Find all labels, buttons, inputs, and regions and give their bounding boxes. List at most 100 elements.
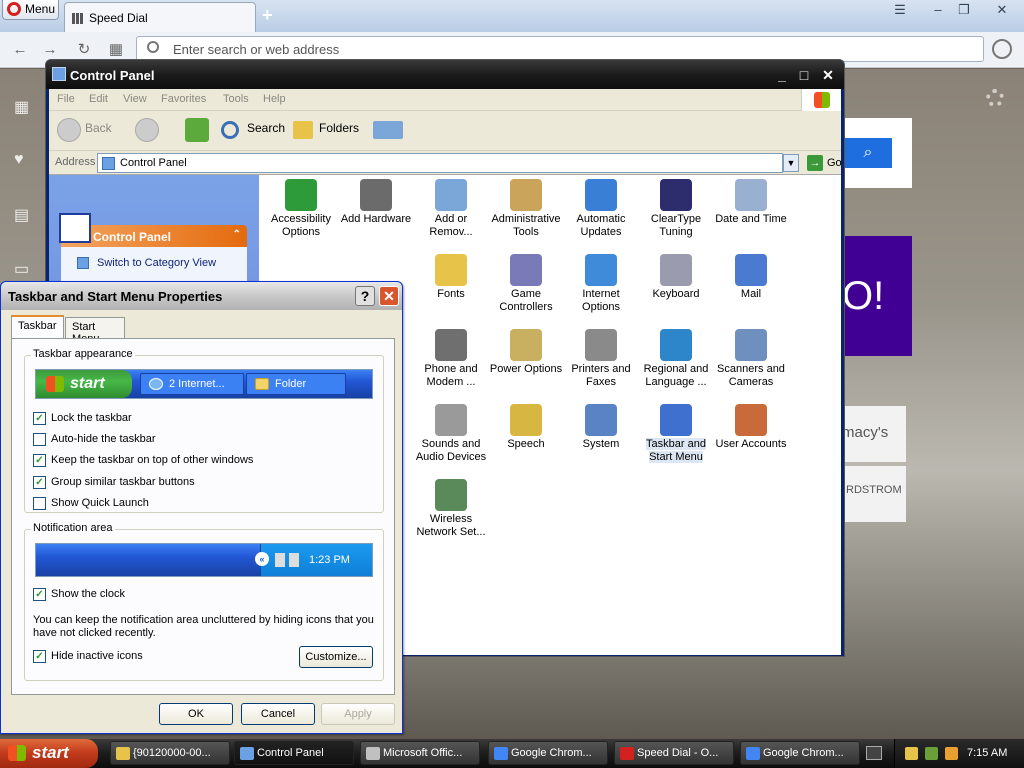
control-panel-item[interactable]: Keyboard <box>638 254 714 326</box>
speed-dial-yahoo-tile[interactable]: O! <box>842 236 912 356</box>
new-tab-button[interactable]: + <box>262 6 280 24</box>
menu-help[interactable]: Help <box>263 93 286 105</box>
maximize-button[interactable]: □ <box>794 65 814 85</box>
speed-dial-macys-tile[interactable]: macy's <box>842 406 906 462</box>
back-arrow-icon[interactable] <box>57 118 81 142</box>
tab-start-menu[interactable]: Start Menu <box>65 317 125 345</box>
switch-category-view-link[interactable]: Switch to Category View <box>97 257 216 269</box>
address-input[interactable]: Control Panel <box>97 153 783 173</box>
control-panel-item[interactable]: Automatic Updates <box>563 179 639 251</box>
control-panel-item[interactable]: Add or Remov... <box>413 179 489 251</box>
back-icon[interactable]: ← <box>10 40 30 60</box>
control-panel-item[interactable]: Date and Time <box>713 179 789 251</box>
control-panel-item[interactable]: Game Controllers <box>488 254 564 326</box>
control-panel-item[interactable]: Regional and Language ... <box>638 329 714 401</box>
control-panel-item[interactable]: System <box>563 404 639 476</box>
cancel-button[interactable]: Cancel <box>241 703 315 725</box>
menu-view[interactable]: View <box>123 93 147 105</box>
checkmark-icon: ✓ <box>33 588 46 601</box>
control-panel-item[interactable]: Taskbar and Start Menu <box>638 404 714 476</box>
keyboard-icon[interactable] <box>866 746 882 760</box>
dialog-titlebar[interactable]: Taskbar and Start Menu Properties ? ✕ <box>1 282 402 310</box>
forward-arrow-icon[interactable] <box>135 118 159 142</box>
control-panel-item[interactable]: Mail <box>713 254 789 326</box>
menu-tools[interactable]: Tools <box>223 93 249 105</box>
hide-inactive-checkbox[interactable]: ✓ Hide inactive icons <box>33 650 143 663</box>
taskbar-option-checkbox[interactable]: Auto-hide the taskbar <box>33 433 156 446</box>
folders-icon[interactable] <box>293 121 313 139</box>
tab-taskbar[interactable]: Taskbar <box>11 315 64 338</box>
customize-button[interactable]: Customize... <box>299 646 373 668</box>
tab-menu-icon[interactable]: ☰ <box>888 1 912 19</box>
tab-speed-dial[interactable]: Speed Dial <box>64 2 256 32</box>
back-button-label[interactable]: Back <box>85 121 112 135</box>
apply-button[interactable]: Apply <box>321 703 395 725</box>
menu-file[interactable]: File <box>57 93 75 105</box>
start-button[interactable]: start <box>0 739 98 768</box>
minimize-button[interactable]: – <box>926 1 950 19</box>
desktop-icon[interactable]: ▭ <box>14 259 36 278</box>
address-dropdown[interactable]: ▼ <box>783 154 799 172</box>
taskbar-option-checkbox[interactable]: Show Quick Launch <box>33 497 149 510</box>
speed-dial-nordstrom-tile[interactable]: RDSTROM <box>842 466 906 522</box>
reload-icon[interactable]: ↻ <box>74 40 94 60</box>
forward-icon[interactable]: → <box>40 40 60 60</box>
security-shield-icon[interactable] <box>905 747 918 760</box>
clock[interactable]: 7:15 AM <box>967 747 1007 759</box>
go-button[interactable]: → Go <box>805 154 842 172</box>
control-panel-item[interactable]: Administrative Tools <box>488 179 564 251</box>
control-panel-item[interactable]: Speech <box>488 404 564 476</box>
taskbar-button[interactable]: Control Panel <box>234 741 354 765</box>
speed-dial-grid-icon[interactable]: ▦ <box>106 40 126 60</box>
views-icon[interactable] <box>373 121 403 139</box>
control-panel-item[interactable]: User Accounts <box>713 404 789 476</box>
taskbar-option-checkbox[interactable]: ✓ Group similar taskbar buttons <box>33 476 195 489</box>
minimize-button[interactable]: _ <box>772 65 792 85</box>
control-panel-item[interactable]: Internet Options <box>563 254 639 326</box>
close-button[interactable]: ✕ <box>990 1 1014 19</box>
speed-dial-sidebar-icon[interactable]: ▦ <box>14 97 36 116</box>
taskbar-option-checkbox[interactable]: ✓ Lock the taskbar <box>33 412 132 425</box>
close-button[interactable]: ✕ <box>818 65 838 85</box>
taskbar-button[interactable]: Google Chrom... <box>740 741 860 765</box>
control-panel-item[interactable]: Sounds and Audio Devices <box>413 404 489 476</box>
control-panel-item[interactable]: Power Options <box>488 329 564 401</box>
menu-edit[interactable]: Edit <box>89 93 108 105</box>
taskbar-button[interactable]: Speed Dial - O... <box>614 741 734 765</box>
control-panel-item[interactable]: Accessibility Options <box>263 179 339 251</box>
control-panel-titlebar[interactable]: Control Panel _ □ ✕ <box>46 60 844 89</box>
taskbar-button[interactable]: Microsoft Offic... <box>360 741 480 765</box>
search-icon[interactable] <box>221 121 239 139</box>
control-panel-item[interactable]: Scanners and Cameras <box>713 329 789 401</box>
taskbar-button[interactable]: {90120000-00... <box>110 741 230 765</box>
speed-dial-search-tile[interactable]: ⌕ <box>842 118 912 188</box>
control-panel-item[interactable]: Phone and Modem ... <box>413 329 489 401</box>
news-icon[interactable]: ▤ <box>14 205 36 224</box>
up-folder-icon[interactable] <box>185 118 209 142</box>
control-panel-item[interactable]: Wireless Network Set... <box>413 479 489 551</box>
restore-button[interactable]: ❐ <box>952 1 976 19</box>
gear-icon[interactable] <box>986 89 1004 107</box>
folders-button-label[interactable]: Folders <box>319 121 359 135</box>
control-panel-item-icon <box>660 329 692 361</box>
control-panel-item[interactable]: ClearType Tuning <box>638 179 714 251</box>
profile-icon[interactable] <box>992 39 1012 59</box>
opera-menu-button[interactable]: Menu <box>2 0 59 20</box>
windows-logo-icon <box>8 745 26 761</box>
show-clock-checkbox[interactable]: ✓ Show the clock <box>33 588 125 601</box>
control-panel-item[interactable]: Printers and Faxes <box>563 329 639 401</box>
taskbar-button[interactable]: Google Chrom... <box>488 741 608 765</box>
menu-favorites[interactable]: Favorites <box>161 93 206 105</box>
taskbar-option-checkbox[interactable]: ✓ Keep the taskbar on top of other window… <box>33 454 253 467</box>
control-panel-item[interactable]: Add Hardware <box>338 179 414 251</box>
ok-button[interactable]: OK <box>159 703 233 725</box>
help-button[interactable]: ? <box>355 286 375 306</box>
close-button[interactable]: ✕ <box>379 286 399 306</box>
search-tray-icon[interactable] <box>945 747 958 760</box>
heart-icon[interactable]: ♥ <box>14 151 36 168</box>
control-panel-item[interactable]: Fonts <box>413 254 489 326</box>
network-icon[interactable] <box>925 747 938 760</box>
search-button-label[interactable]: Search <box>247 121 285 135</box>
search-icon: ⌕ <box>844 138 892 168</box>
collapse-chevron-icon[interactable]: ⌃ <box>233 229 241 240</box>
